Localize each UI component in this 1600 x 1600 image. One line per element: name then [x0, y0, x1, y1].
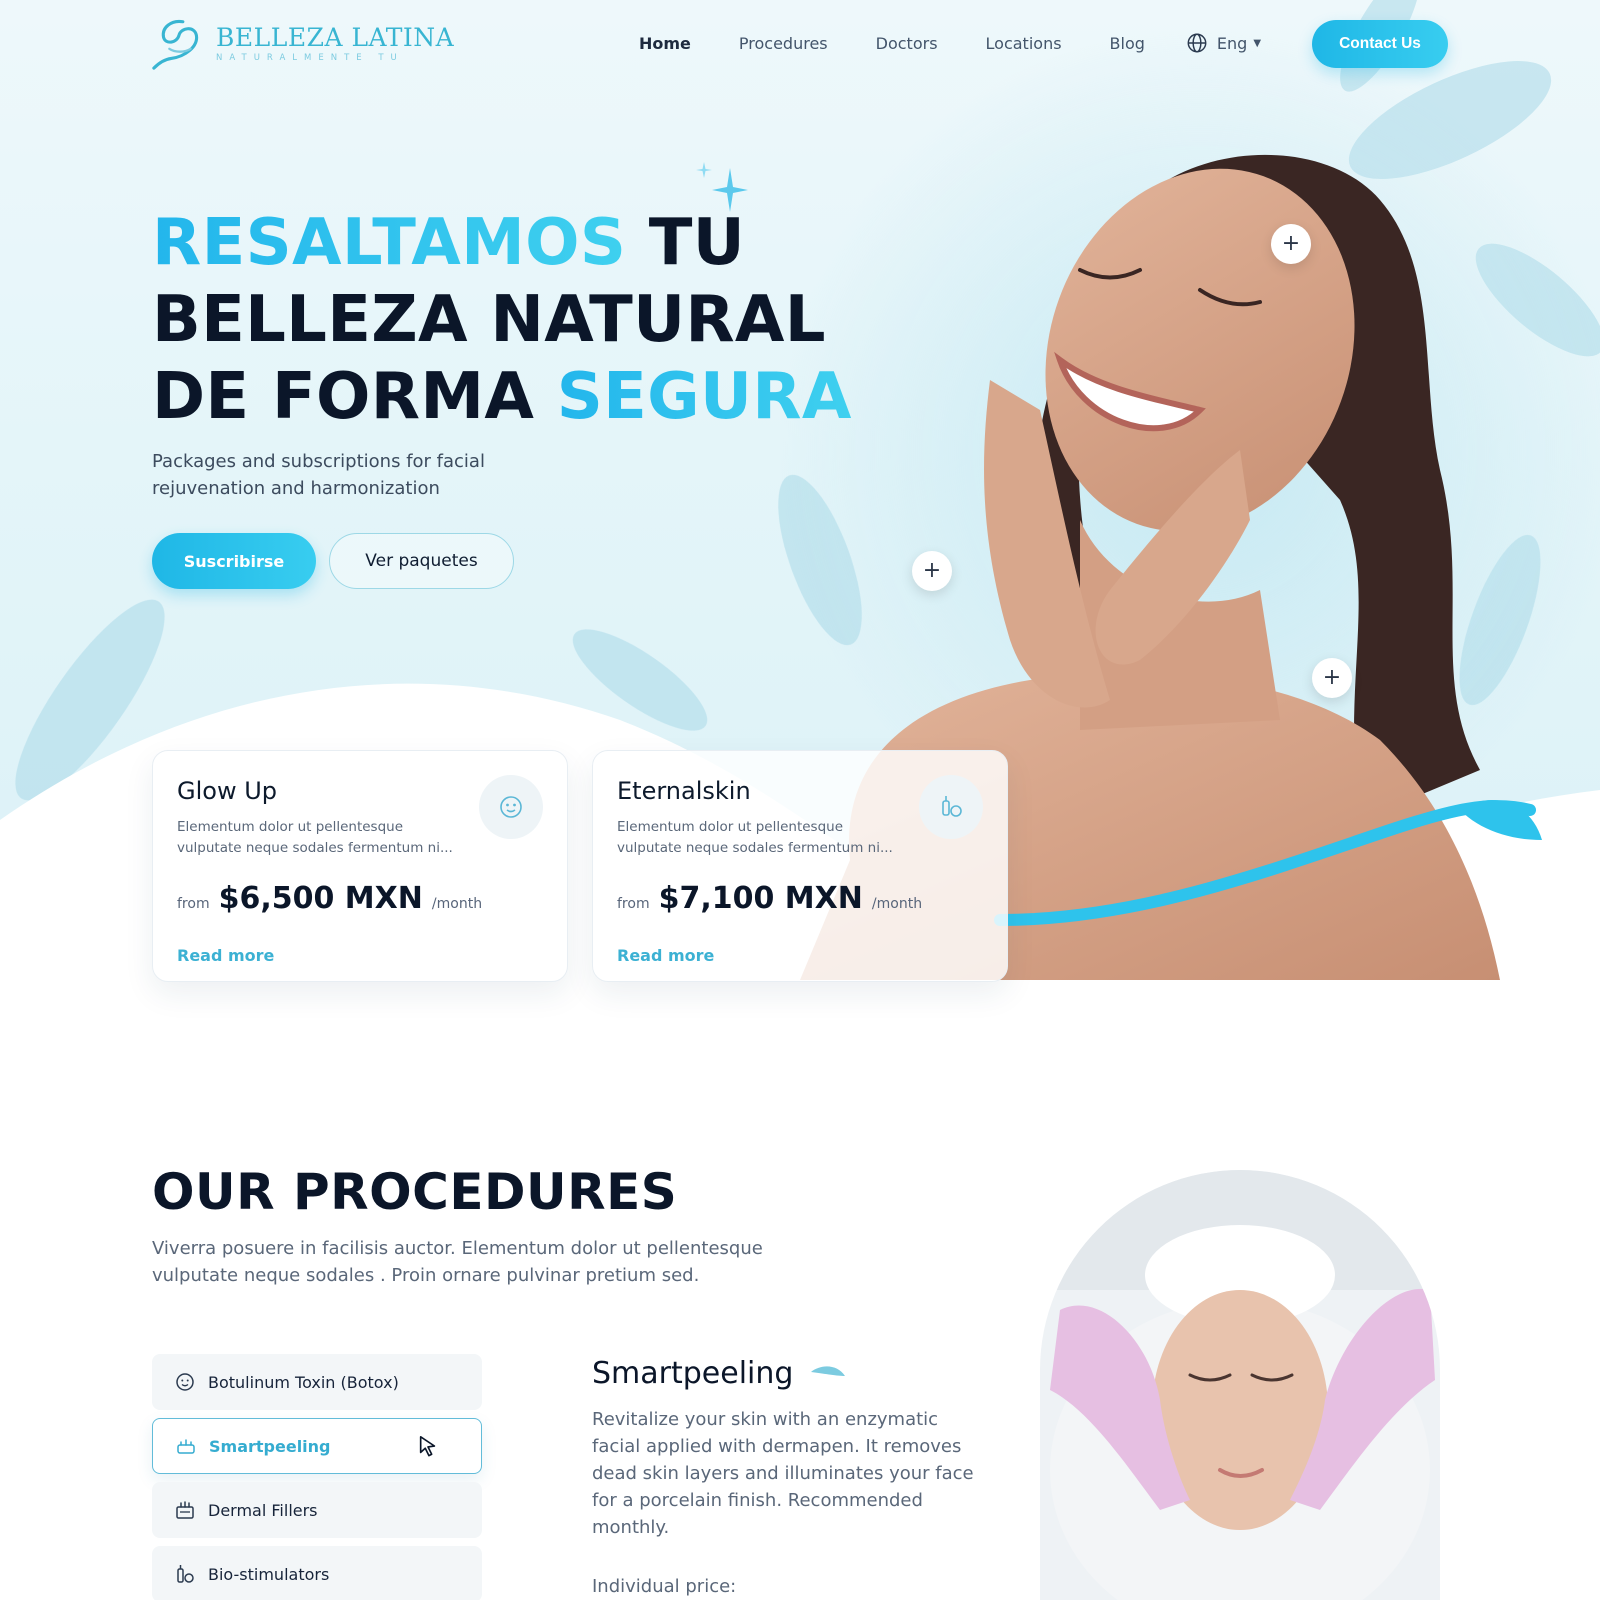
- hotspot-plus-button[interactable]: +: [912, 551, 952, 591]
- procedure-item-botox[interactable]: Botulinum Toxin (Botox): [152, 1354, 482, 1410]
- procedure-label: Dermal Fillers: [208, 1500, 318, 1520]
- procedure-item-dermal-fillers[interactable]: Dermal Fillers: [152, 1482, 482, 1538]
- hotspot-plus-button[interactable]: +: [1312, 658, 1352, 698]
- face-mask-icon: [479, 775, 543, 839]
- hero-title-highlight: SEGURA: [556, 360, 852, 434]
- nav-procedures[interactable]: Procedures: [739, 34, 828, 53]
- package-card: Glow Up Elementum dolor ut pellentesque …: [152, 750, 568, 982]
- brand-logo[interactable]: BELLEZA LATINA NATURALMENTE TU: [150, 14, 454, 72]
- procedures-title: OUR PROCEDURES: [152, 1163, 678, 1221]
- language-label: Eng: [1216, 33, 1248, 53]
- procedure-detail-title: Smartpeeling: [592, 1356, 849, 1391]
- procedure-label: Bio-stimulators: [208, 1564, 330, 1584]
- brand-tagline: NATURALMENTE TU: [216, 52, 404, 63]
- procedure-detail-name: Smartpeeling: [592, 1356, 794, 1391]
- main-nav: Home Procedures Doctors Locations Blog E…: [639, 32, 1261, 54]
- bottle-icon: [177, 1565, 194, 1583]
- procedure-photo: [1040, 1170, 1440, 1600]
- procedure-detail-text: Revitalize your skin with an enzymatic f…: [592, 1409, 974, 1538]
- nav-doctors[interactable]: Doctors: [876, 34, 938, 53]
- read-more-link[interactable]: Read more: [617, 946, 714, 965]
- procedure-label: Smartpeeling: [209, 1436, 331, 1456]
- chevron-down-icon: ▼: [1253, 37, 1262, 49]
- price-prefix: from: [177, 896, 210, 912]
- nav-blog[interactable]: Blog: [1110, 34, 1145, 53]
- procedure-item-smartpeeling[interactable]: Smartpeeling: [152, 1418, 482, 1474]
- serum-bottle-icon: [919, 775, 983, 839]
- package-description-text: Elementum dolor ut pellentesque vulputat…: [177, 819, 453, 856]
- read-more-link[interactable]: Read more: [177, 946, 274, 965]
- procedure-label: Botulinum Toxin (Botox): [208, 1372, 399, 1392]
- price-period: /month: [871, 896, 923, 912]
- package-price: $6,500 MXN: [218, 881, 423, 916]
- filler-icon: [176, 1501, 194, 1519]
- face-icon: [176, 1373, 194, 1391]
- language-selector[interactable]: Eng ▼: [1186, 32, 1261, 54]
- nav-home[interactable]: Home: [639, 34, 691, 53]
- view-packages-button[interactable]: Ver paquetes: [329, 533, 514, 589]
- hotspot-plus-button[interactable]: +: [1271, 224, 1311, 264]
- procedures-list: Botulinum Toxin (Botox) Smartpeeling Der…: [152, 1354, 482, 1600]
- leaf-icon: [811, 1365, 846, 1376]
- wave-accent: [994, 800, 1542, 926]
- package-description-text: Elementum dolor ut pellentesque vulputat…: [617, 819, 893, 856]
- package-title: Glow Up: [177, 777, 278, 805]
- package-card: Eternalskin Elementum dolor ut pellentes…: [592, 750, 1008, 982]
- procedure-item-bio-stimulators[interactable]: Bio-stimulators: [152, 1546, 482, 1600]
- package-title: Eternalskin: [617, 777, 751, 805]
- price-period: /month: [431, 896, 483, 912]
- facial-treatment-photo: [1040, 1170, 1440, 1600]
- package-description: Elementum dolor ut pellentesque vulputat…: [177, 817, 477, 859]
- peeling-icon: [177, 1439, 195, 1454]
- cursor-icon: [419, 1436, 436, 1457]
- page: BELLEZA LATINA NATURALMENTE TU Home Proc…: [0, 0, 1600, 1600]
- package-price-row: from $7,100 MXN /month: [617, 881, 922, 916]
- price-prefix: from: [617, 896, 650, 912]
- globe-icon: [1187, 33, 1207, 53]
- brand-name: BELLEZA LATINA: [216, 22, 455, 52]
- hero-title-line2: BELLEZA NATURAL: [152, 283, 826, 357]
- hero-title-line3: DE FORMA: [152, 360, 557, 434]
- package-price-row: from $6,500 MXN /month: [177, 881, 482, 916]
- hero-title-highlight: RESALTAMOS: [152, 206, 627, 280]
- hero-subtitle: Packages and subscriptions for facial re…: [152, 451, 485, 499]
- hero-title: RESALTAMOS TU BELLEZA NATURAL DE FORMA S…: [152, 205, 852, 436]
- contact-us-button[interactable]: Contact Us: [1312, 20, 1448, 68]
- hero-title-line1: TU: [626, 206, 746, 280]
- procedures-subtitle: Viverra posuere in facilisis auctor. Ele…: [152, 1238, 763, 1286]
- package-price: $7,100 MXN: [658, 881, 863, 916]
- nav-locations[interactable]: Locations: [986, 34, 1062, 53]
- logo-icon: [152, 19, 198, 70]
- subscribe-button[interactable]: Suscribirse: [152, 533, 316, 589]
- individual-price-label: Individual price:: [592, 1576, 737, 1597]
- package-description: Elementum dolor ut pellentesque vulputat…: [617, 817, 917, 859]
